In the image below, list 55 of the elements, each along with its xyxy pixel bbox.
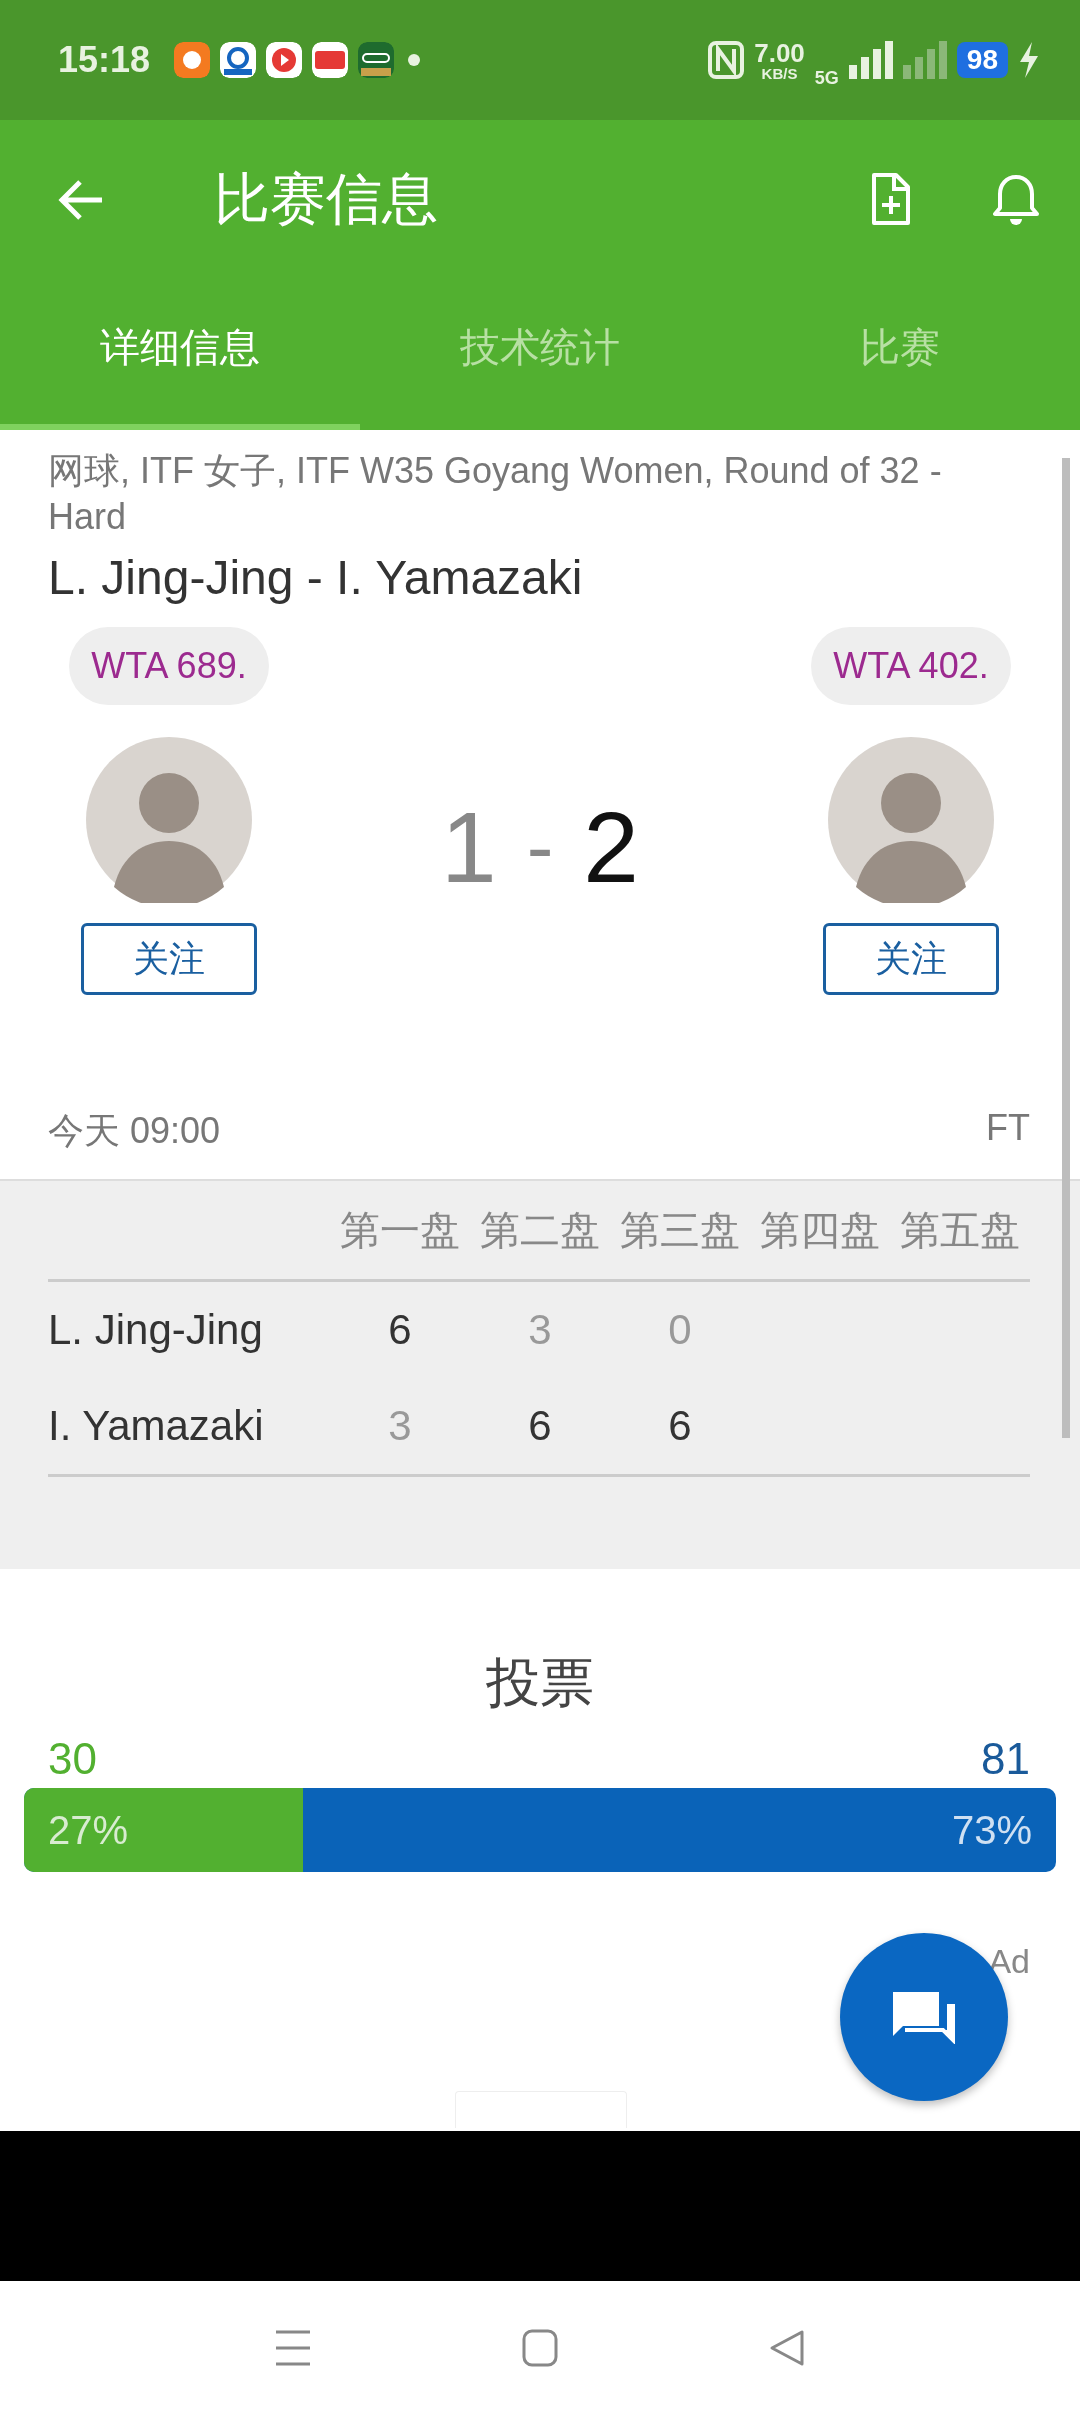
set-score: 3 (387, 1402, 413, 1450)
bell-icon[interactable] (992, 173, 1040, 227)
tab[interactable]: 技术统计 (360, 280, 720, 430)
tab[interactable]: 详细信息 (0, 280, 360, 430)
column-header: 第五盘 (899, 1206, 1021, 1254)
away-score: 2 (583, 789, 639, 905)
set-score: 6 (667, 1402, 693, 1450)
set-score: 6 (527, 1402, 553, 1450)
vote-count: 30 (48, 1734, 97, 1784)
player-name: I. Yamazaki (48, 1402, 265, 1450)
ad-label: Ad (988, 1942, 1030, 1981)
home-icon[interactable] (522, 2328, 558, 2367)
network-type: 5G (814, 67, 839, 89)
menu-icon[interactable] (274, 2328, 312, 2367)
battery-level: 98 (956, 42, 1008, 78)
column-header: 第一盘 (339, 1206, 461, 1254)
score-separator: - (526, 801, 554, 893)
app-icon (312, 42, 349, 78)
vote-title: 投票 (485, 1651, 595, 1714)
network-speed: 7.00 (754, 39, 805, 66)
competition-info: 网球, ITF 女子, ITF W35 Goyang Women, Round of 32 - Hard (48, 449, 943, 539)
follow-button[interactable]: 关注 (81, 923, 257, 995)
vote-percent: 73% (951, 1806, 1032, 1854)
signal-icon (902, 41, 947, 79)
app-icon (358, 42, 395, 78)
app-icon (174, 42, 211, 78)
set-score: 6 (387, 1306, 413, 1354)
ranking-badge: WTA 402. (811, 627, 1011, 705)
app-icon (266, 42, 303, 78)
add-document-icon[interactable] (870, 172, 912, 228)
column-header: 第二盘 (479, 1206, 601, 1254)
screen-title: 比赛信息 (214, 166, 438, 232)
chat-icon (891, 1990, 957, 2044)
column-header: 第三盘 (619, 1206, 741, 1254)
nfc-icon (708, 41, 745, 79)
set-score: 0 (667, 1306, 693, 1354)
follow-button[interactable]: 关注 (823, 923, 999, 995)
clock-time: 15:18 (58, 39, 151, 81)
signal-icon (848, 41, 893, 79)
tab[interactable]: 比赛 (720, 280, 1080, 430)
scrollbar[interactable] (1062, 458, 1070, 1438)
player-name: L. Jing-Jing (48, 1306, 264, 1354)
app-icon (220, 42, 257, 78)
home-score: 1 (441, 789, 497, 905)
column-header: 第四盘 (759, 1206, 881, 1254)
vote-percent: 27% (48, 1806, 129, 1854)
match-time: 今天 09:00 (48, 1109, 221, 1153)
ranking-badge: WTA 689. (69, 627, 269, 705)
vote-count: 81 (981, 1734, 1030, 1784)
speed-unit: KB/S (761, 65, 798, 81)
back-nav-icon[interactable] (768, 2328, 806, 2367)
set-score: 3 (527, 1306, 553, 1354)
notification-dot-icon (408, 54, 421, 66)
match-status: FT (986, 1107, 1030, 1150)
match-title: L. Jing-Jing - I. Yamazaki (48, 550, 584, 605)
